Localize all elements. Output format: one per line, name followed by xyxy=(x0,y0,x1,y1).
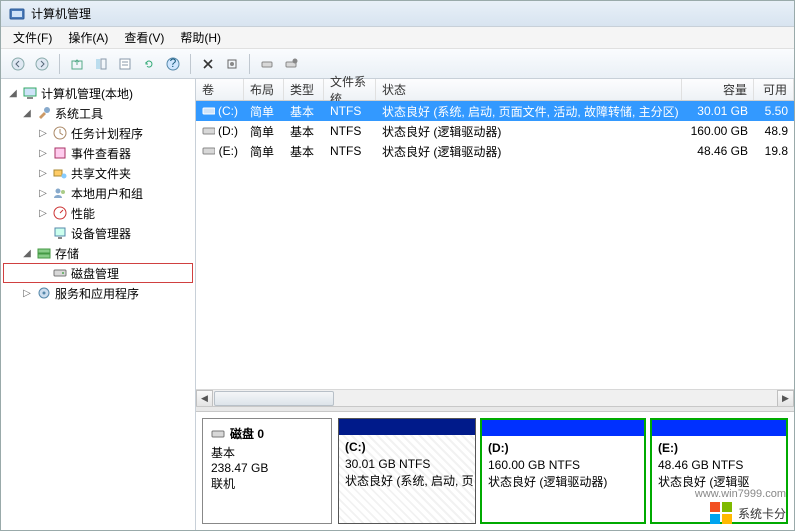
tree-event-viewer[interactable]: ▷ 事件查看器 xyxy=(3,143,193,163)
users-icon xyxy=(52,185,68,201)
expand-icon[interactable]: ▷ xyxy=(37,148,49,159)
disk-info[interactable]: 磁盘 0 基本 238.47 GB 联机 xyxy=(202,418,332,524)
collapse-icon[interactable]: ◢ xyxy=(21,248,33,259)
drive-icon xyxy=(202,105,215,117)
col-free[interactable]: 可用 xyxy=(754,79,794,100)
back-button[interactable] xyxy=(7,53,29,75)
watermark-url: www.win7999.com xyxy=(695,488,786,500)
clock-icon xyxy=(52,125,68,141)
disk-size: 238.47 GB xyxy=(211,461,323,475)
disk-map: 磁盘 0 基本 238.47 GB 联机 (C:) 30.01 GB NTFS … xyxy=(196,412,794,530)
expand-icon[interactable]: ▷ xyxy=(37,188,49,199)
separator xyxy=(59,54,60,74)
perf-icon xyxy=(52,205,68,221)
window-title: 计算机管理 xyxy=(31,5,91,22)
menu-view[interactable]: 查看(V) xyxy=(116,27,172,48)
disk-settings-icon[interactable] xyxy=(280,53,302,75)
drive-icon xyxy=(202,125,215,137)
settings-icon[interactable] xyxy=(221,53,243,75)
tree-performance[interactable]: ▷ 性能 xyxy=(3,203,193,223)
expand-icon[interactable]: ▷ xyxy=(37,208,49,219)
separator xyxy=(190,54,191,74)
watermark-logo-icon xyxy=(710,502,732,524)
tree-system-tools[interactable]: ◢ 系统工具 xyxy=(3,103,193,123)
column-headers: 卷 布局 类型 文件系统 状态 容量 可用 xyxy=(196,79,794,101)
tree-local-users[interactable]: ▷ 本地用户和组 xyxy=(3,183,193,203)
expand-icon[interactable]: ▷ xyxy=(21,288,33,299)
scroll-right-icon[interactable]: ▶ xyxy=(777,390,794,407)
expand-icon[interactable]: ▷ xyxy=(37,168,49,179)
scroll-track[interactable] xyxy=(213,390,777,407)
tree-shared-folders[interactable]: ▷ 共享文件夹 xyxy=(3,163,193,183)
disk-icon[interactable] xyxy=(256,53,278,75)
separator xyxy=(249,54,250,74)
tree-task-scheduler[interactable]: ▷ 任务计划程序 xyxy=(3,123,193,143)
menubar: 文件(F) 操作(A) 查看(V) 帮助(H) xyxy=(1,27,794,49)
expand-icon[interactable]: ▷ xyxy=(37,128,49,139)
col-volume[interactable]: 卷 xyxy=(196,79,244,100)
titlebar: 计算机管理 xyxy=(1,1,794,27)
col-filesystem[interactable]: 文件系统 xyxy=(324,79,376,100)
disk-state: 联机 xyxy=(211,475,323,492)
scroll-thumb[interactable] xyxy=(214,391,334,406)
nav-tree[interactable]: ◢ 计算机管理(本地) ◢ 系统工具 ▷ 任务计划程序 ▷ 事件查看器 ▷ xyxy=(1,79,196,530)
show-tree-button[interactable] xyxy=(90,53,112,75)
up-button[interactable] xyxy=(66,53,88,75)
menu-help[interactable]: 帮助(H) xyxy=(172,27,229,48)
tree-services[interactable]: ▷ 服务和应用程序 xyxy=(3,283,193,303)
device-icon xyxy=(52,225,68,241)
tree-root[interactable]: ◢ 计算机管理(本地) xyxy=(3,83,193,103)
tree-disk-management[interactable]: 磁盘管理 xyxy=(3,263,193,283)
partition-header xyxy=(482,420,644,436)
help-button[interactable]: ? xyxy=(162,53,184,75)
col-type[interactable]: 类型 xyxy=(284,79,324,100)
volume-row[interactable]: (C:) 简单 基本 NTFS 状态良好 (系统, 启动, 页面文件, 活动, … xyxy=(196,101,794,121)
partition-d[interactable]: (D:) 160.00 GB NTFS 状态良好 (逻辑驱动器) xyxy=(480,418,646,524)
horizontal-scrollbar[interactable]: ◀ ▶ xyxy=(196,389,794,406)
share-icon xyxy=(52,165,68,181)
volume-row[interactable]: (E:) 简单 基本 NTFS 状态良好 (逻辑驱动器) 48.46 GB 19… xyxy=(196,141,794,161)
delete-icon[interactable] xyxy=(197,53,219,75)
watermark: 系统卡分 xyxy=(710,502,786,524)
properties-button[interactable] xyxy=(114,53,136,75)
volume-list: 卷 布局 类型 文件系统 状态 容量 可用 (C:) 简单 基本 NTFS 状态… xyxy=(196,79,794,406)
collapse-icon[interactable]: ◢ xyxy=(21,108,33,119)
col-capacity[interactable]: 容量 xyxy=(682,79,754,100)
tree-device-manager[interactable]: 设备管理器 xyxy=(3,223,193,243)
computer-icon xyxy=(22,85,38,101)
app-icon xyxy=(9,6,25,22)
refresh-button[interactable] xyxy=(138,53,160,75)
disk-type: 基本 xyxy=(211,444,323,461)
storage-icon xyxy=(36,245,52,261)
toolbar: ? xyxy=(1,49,794,79)
partition-c[interactable]: (C:) 30.01 GB NTFS 状态良好 (系统, 启动, 页 xyxy=(338,418,476,524)
services-icon xyxy=(36,285,52,301)
col-status[interactable]: 状态 xyxy=(376,79,682,100)
partition-header xyxy=(339,419,475,435)
menu-action[interactable]: 操作(A) xyxy=(60,27,116,48)
tree-storage[interactable]: ◢ 存储 xyxy=(3,243,193,263)
diskmgmt-icon xyxy=(52,265,68,281)
col-layout[interactable]: 布局 xyxy=(244,79,284,100)
svg-text:?: ? xyxy=(170,57,177,70)
disk-label: 磁盘 0 xyxy=(230,425,264,442)
scroll-left-icon[interactable]: ◀ xyxy=(196,390,213,407)
partition-header xyxy=(652,420,786,436)
volume-row[interactable]: (D:) 简单 基本 NTFS 状态良好 (逻辑驱动器) 160.00 GB 4… xyxy=(196,121,794,141)
tools-icon xyxy=(36,105,52,121)
drive-icon xyxy=(202,145,215,157)
collapse-icon[interactable]: ◢ xyxy=(7,88,19,99)
forward-button[interactable] xyxy=(31,53,53,75)
menu-file[interactable]: 文件(F) xyxy=(5,27,60,48)
disk-icon xyxy=(211,428,225,440)
event-icon xyxy=(52,145,68,161)
